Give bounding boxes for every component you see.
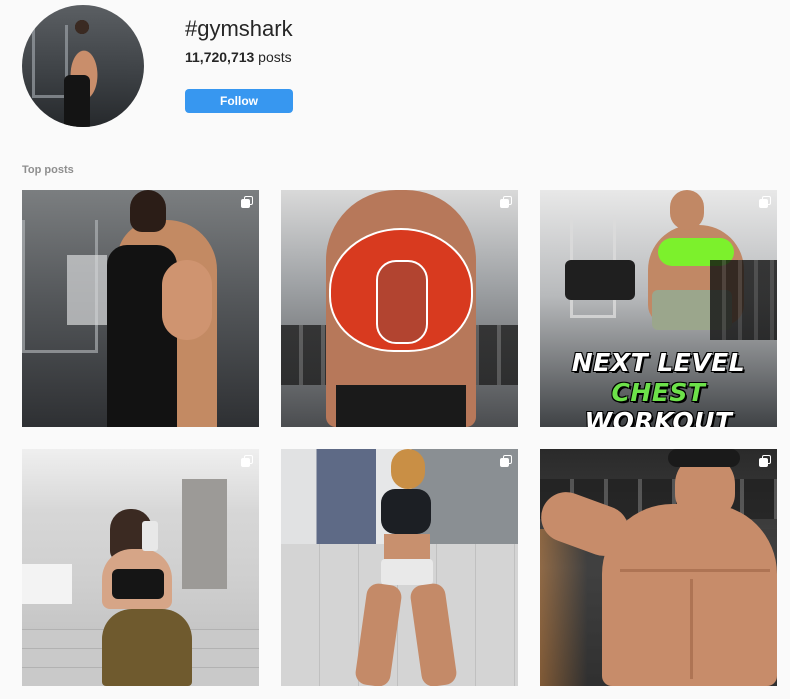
follow-button[interactable]: Follow	[185, 89, 293, 113]
multiple-posts-icon	[241, 196, 253, 208]
post-count-suffix: posts	[254, 49, 292, 65]
post-tile[interactable]: NEXT LEVEL CHEST WORKOUT	[540, 190, 777, 427]
multiple-posts-icon	[759, 196, 771, 208]
overlay-accent-word: CHEST	[611, 378, 706, 407]
overlay-text-line1: NEXT LEVEL	[571, 348, 746, 377]
post-tile[interactable]	[22, 190, 259, 427]
post-count-value: 11,720,713	[185, 49, 255, 65]
overlay-text-line2: CHEST WORKOUT	[540, 378, 777, 427]
multiple-posts-icon	[759, 455, 771, 467]
post-tile[interactable]	[281, 190, 518, 427]
hashtag-avatar	[22, 5, 144, 127]
multiple-posts-icon	[500, 196, 512, 208]
top-posts-heading: Top posts	[22, 164, 74, 176]
overlay-rest-words: WORKOUT	[584, 407, 733, 427]
hashtag-title: #gymshark	[185, 16, 293, 41]
post-count: 11,720,713 posts	[185, 49, 292, 65]
multiple-posts-icon	[500, 455, 512, 467]
post-tile[interactable]	[22, 449, 259, 686]
post-tile[interactable]	[281, 449, 518, 686]
post-tile[interactable]	[540, 449, 777, 686]
multiple-posts-icon	[241, 455, 253, 467]
